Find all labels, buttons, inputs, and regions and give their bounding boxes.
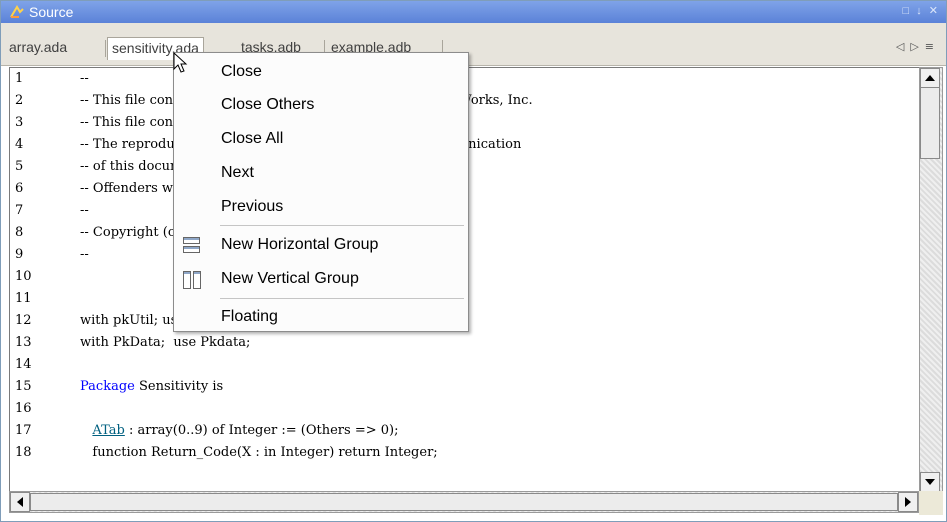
- vertical-split-icon: [183, 271, 201, 289]
- line-number: 3: [15, 115, 24, 130]
- menu-item-label: Floating: [221, 308, 278, 325]
- line-number: 6: [15, 181, 24, 196]
- tab-next-icon[interactable]: ▷: [910, 40, 924, 53]
- tab-prev-icon[interactable]: ◁: [896, 40, 910, 53]
- menu-item-previous[interactable]: Previous: [174, 191, 468, 223]
- menu-separator: [220, 298, 464, 299]
- code-rest: Sensitivity is: [134, 379, 224, 394]
- menu-item-label: Previous: [221, 198, 284, 215]
- menu-separator: [220, 225, 464, 226]
- line-number: 5: [15, 159, 24, 174]
- menu-item-label: Close All: [221, 130, 284, 147]
- triangle-right-icon: [905, 497, 911, 507]
- code-text: function Return_Code(X : in Integer) ret…: [80, 442, 438, 464]
- line-number: 10: [15, 269, 32, 284]
- code-rest: function Return_Code(X : in Integer) ret…: [92, 445, 438, 460]
- line-number: 14: [15, 357, 32, 372]
- triangle-left-icon: [17, 497, 23, 507]
- horizontal-scrollbar[interactable]: [9, 491, 919, 513]
- line-number: 1: [15, 71, 24, 86]
- scroll-down-button[interactable]: [920, 472, 940, 492]
- line-number: 15: [15, 379, 32, 394]
- horizontal-scroll-thumb[interactable]: [30, 493, 898, 511]
- tab-divider: [105, 40, 106, 57]
- code-text: ATab : array(0..9) of Integer := (Others…: [80, 420, 398, 442]
- code-text: --: [80, 71, 89, 86]
- triangle-down-icon: [925, 479, 935, 485]
- code-text: --: [80, 203, 89, 218]
- scroll-left-button[interactable]: [10, 492, 30, 512]
- vertical-scroll-thumb[interactable]: [920, 87, 940, 159]
- scrollbar-corner: [919, 491, 943, 515]
- tab-context-menu: Close Close Others Close All Next Previo…: [173, 52, 469, 332]
- line-number: 4: [15, 137, 24, 152]
- code-text: with PkData; use Pkdata;: [80, 335, 251, 350]
- code-text: --: [80, 247, 89, 262]
- line-number: 16: [15, 401, 32, 416]
- menu-item-label: Close Others: [221, 96, 315, 113]
- line-number: 18: [15, 445, 32, 460]
- tab-array-ada[interactable]: array.ada: [5, 37, 71, 59]
- menu-item-floating[interactable]: Floating: [174, 301, 468, 333]
- menu-item-next[interactable]: Next: [174, 157, 468, 189]
- code-rest: : array(0..9) of Integer := (Others => 0…: [124, 423, 399, 438]
- line-number: 8: [15, 225, 24, 240]
- line-number: 9: [15, 247, 24, 262]
- window-title: Source: [29, 4, 74, 20]
- tab-list-icon[interactable]: ≡: [925, 40, 940, 53]
- horizontal-split-icon: [183, 237, 200, 253]
- line-number: 7: [15, 203, 24, 218]
- menu-item-label: New Vertical Group: [221, 270, 359, 287]
- source-window: Source □ ↓ ✕ array.ada sensitivity.ada t…: [0, 0, 947, 522]
- scroll-up-button[interactable]: [920, 68, 940, 88]
- source-icon: [10, 5, 24, 18]
- menu-item-close-others[interactable]: Close Others: [174, 89, 468, 121]
- menu-item-label: Close: [221, 63, 262, 80]
- line-number: 12: [15, 313, 32, 328]
- scroll-right-button[interactable]: [898, 492, 918, 512]
- menu-item-close-all[interactable]: Close All: [174, 123, 468, 155]
- menu-item-close[interactable]: Close: [174, 56, 468, 88]
- line-number: 11: [15, 291, 32, 306]
- line-number: 2: [15, 93, 24, 108]
- vertical-scrollbar[interactable]: [919, 67, 943, 493]
- code-text: Package Sensitivity is: [80, 376, 223, 398]
- window-controls[interactable]: □ ↓ ✕: [903, 4, 940, 17]
- menu-item-new-vertical-group[interactable]: New Vertical Group: [174, 263, 468, 295]
- line-number: 17: [15, 423, 32, 438]
- line-number: 13: [15, 335, 32, 350]
- menu-item-label: Next: [221, 164, 254, 181]
- tab-navigation: ◁▷≡: [896, 40, 940, 53]
- tab-bar: array.ada sensitivity.ada tasks.adb exam…: [1, 23, 946, 66]
- menu-item-new-horizontal-group[interactable]: New Horizontal Group: [174, 229, 468, 261]
- title-bar[interactable]: Source □ ↓ ✕: [1, 1, 946, 23]
- keyword: Package: [80, 379, 135, 394]
- mouse-cursor-icon: [173, 52, 188, 73]
- triangle-up-icon: [925, 75, 935, 81]
- menu-item-label: New Horizontal Group: [221, 236, 379, 253]
- identifier-link[interactable]: ATab: [92, 423, 124, 438]
